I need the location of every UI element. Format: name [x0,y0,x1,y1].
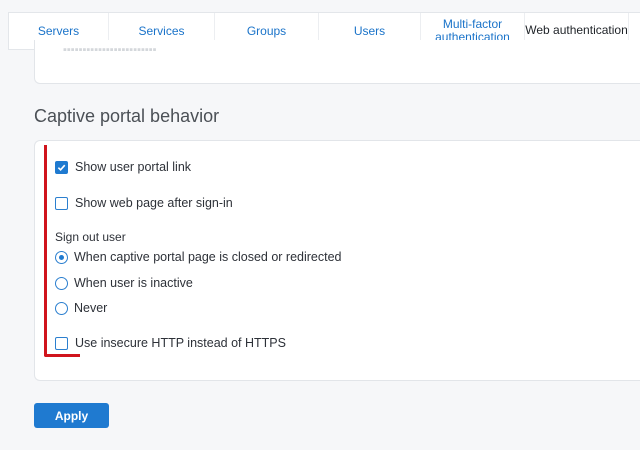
show-web-page-label: Show web page after sign-in [75,196,233,210]
apply-button[interactable]: Apply [34,403,109,428]
faded-content: ▪▪▪▪▪▪▪▪▪▪▪▪▪▪▪▪▪▪▪▪▪▪▪▪ [63,44,157,56]
tab-services-label: Services [138,23,185,38]
red-annotation-bracket [44,145,80,357]
tab-servers-label: Servers [37,23,80,38]
insecure-http-label: Use insecure HTTP instead of HTTPS [75,336,286,350]
tab-web-authentication-label: Web authentication [525,22,628,37]
captive-portal-card: Show user portal link Show web page afte… [34,140,640,381]
previous-section-card: ▪▪▪▪▪▪▪▪▪▪▪▪▪▪▪▪▪▪▪▪▪▪▪▪ [34,40,640,84]
show-web-page-option[interactable]: Show web page after sign-in [55,196,233,210]
show-portal-link-label: Show user portal link [75,160,192,174]
section-title: Captive portal behavior [34,106,220,126]
sign-out-when-inactive-label: When user is inactive [74,276,193,290]
tab-users-label: Users [353,23,386,38]
insecure-http-option[interactable]: Use insecure HTTP instead of HTTPS [55,336,286,350]
tab-groups-label: Groups [246,23,287,38]
sign-out-when-closed-option[interactable]: When captive portal page is closed or re… [55,250,342,264]
sign-out-when-closed-label: When captive portal page is closed or re… [74,250,342,264]
